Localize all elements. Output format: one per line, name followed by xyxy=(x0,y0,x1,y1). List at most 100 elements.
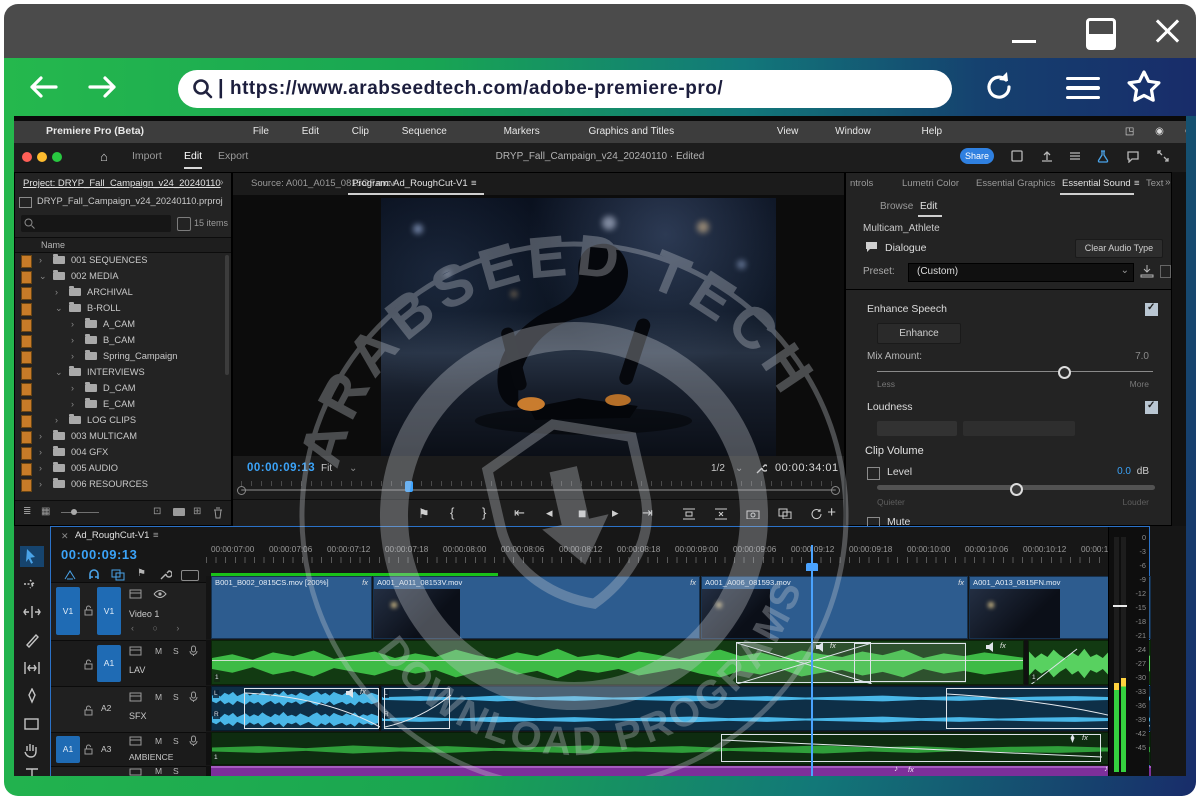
a2-lock-icon[interactable] xyxy=(84,705,93,716)
upload-icon[interactable] xyxy=(1040,149,1056,165)
quick-export-icon[interactable] xyxy=(1010,149,1026,165)
play-stop-icon[interactable]: ■ xyxy=(578,505,586,521)
a3-solo-button[interactable]: S xyxy=(173,736,179,746)
maximize-icon[interactable] xyxy=(1086,18,1116,50)
v1-source-icon[interactable] xyxy=(129,589,142,599)
audio-clip-music[interactable] xyxy=(211,766,1151,776)
new-item-icon[interactable]: ⊞ xyxy=(193,506,201,517)
a1-solo-button[interactable]: S xyxy=(173,646,179,656)
a4-mute-button[interactable]: M xyxy=(155,766,162,776)
captions-icon[interactable] xyxy=(181,570,199,581)
fade-in-box[interactable] xyxy=(384,688,450,729)
search-input[interactable] xyxy=(21,215,171,232)
minimize-icon[interactable] xyxy=(1012,40,1036,43)
timeline-timecode[interactable]: 00:00:09:13 xyxy=(61,547,137,562)
enhance-speech-checkbox[interactable] xyxy=(1145,303,1158,316)
save-preset-icon[interactable] xyxy=(1140,264,1154,278)
step-back-icon[interactable]: ◂ xyxy=(546,505,553,521)
playhead-handle[interactable] xyxy=(806,563,818,571)
panel-menu-icon[interactable]: ≡ xyxy=(1134,178,1140,189)
sound-browse-tab[interactable]: Browse xyxy=(880,201,913,212)
bin-row[interactable]: ⌄002 MEDIA xyxy=(15,269,225,284)
bin-row[interactable]: ›004 GFX xyxy=(15,445,225,460)
extract-icon[interactable] xyxy=(714,508,728,520)
level-value[interactable]: 0.0 xyxy=(1117,466,1131,477)
level-handle[interactable] xyxy=(1010,483,1023,496)
bin-row[interactable]: ›E_CAM xyxy=(15,397,225,412)
tab-text[interactable]: Text xyxy=(1146,178,1163,189)
linked-selection-icon[interactable] xyxy=(111,569,125,581)
scrub-right-handle[interactable] xyxy=(831,486,840,495)
crossfade-box[interactable] xyxy=(854,643,966,682)
status-icons[interactable]: ◳ ◉ ⊘ ☁ ◔ ⊙ ◍ ● ◎ ᛒ ▮ ◠ ○ ≡ xyxy=(1125,126,1186,137)
scrub-left-handle[interactable] xyxy=(237,486,246,495)
v1-eye-icon[interactable] xyxy=(153,589,167,599)
preset-dropdown[interactable]: (Custom) ⌄ xyxy=(908,263,1134,282)
a3-lock-icon[interactable] xyxy=(84,744,93,755)
resolution-dropdown[interactable]: 1/2 xyxy=(711,463,725,474)
sound-edit-tab[interactable]: Edit xyxy=(920,201,937,212)
snap-magnet-icon[interactable] xyxy=(87,569,101,581)
bookmark-star-icon[interactable] xyxy=(1124,68,1164,106)
timeline-marker-icon[interactable]: ⚑ xyxy=(137,568,146,579)
timeline-playhead[interactable] xyxy=(811,545,813,776)
menu-file[interactable]: File xyxy=(253,126,269,137)
menu-clip[interactable]: Clip xyxy=(352,126,369,137)
a2-mute-button[interactable]: M xyxy=(155,692,162,702)
bin-row[interactable]: ›001 SEQUENCES xyxy=(15,253,225,268)
timeline-tab[interactable]: Ad_RoughCut-V1 xyxy=(75,530,149,541)
project-tab[interactable]: Project: DRYP_Fall_Campaign_v24_20240110 xyxy=(23,178,221,189)
selection-tool[interactable] xyxy=(20,546,44,567)
goto-out-icon[interactable]: ⇥ xyxy=(642,505,653,521)
panel-overflow-icon[interactable]: » xyxy=(218,177,224,188)
type-tool[interactable] xyxy=(23,766,41,776)
reload-icon[interactable] xyxy=(982,70,1016,104)
lift-icon[interactable] xyxy=(682,508,696,520)
a3-source-icon[interactable] xyxy=(129,736,142,746)
mix-amount-slider[interactable] xyxy=(877,371,1153,372)
add-marker-icon[interactable]: ⚑ xyxy=(418,506,430,522)
video-clip[interactable]: B001_B002_0815CS.mov [200%]fx xyxy=(211,576,372,639)
preset-extra-icon[interactable] xyxy=(1160,265,1171,278)
v1-source-patch[interactable]: V1 xyxy=(56,587,80,635)
program-video-frame[interactable] xyxy=(381,198,776,456)
new-bin-icon[interactable] xyxy=(173,508,185,516)
a4-solo-button[interactable]: S xyxy=(173,766,179,776)
a3-source-patch[interactable]: A1 xyxy=(56,736,80,763)
project-file-name[interactable]: DRYP_Fall_Campaign_v24_20240110.prproj xyxy=(37,196,223,206)
mix-amount-handle[interactable] xyxy=(1058,366,1071,379)
tab-essential-sound[interactable]: Essential Sound xyxy=(1062,178,1131,189)
url-text[interactable]: https://www.arabseedtech.com/adobe-premi… xyxy=(230,78,723,100)
tab-lumetri-color[interactable]: Lumetri Color xyxy=(902,178,959,189)
mix-amount-value[interactable]: 7.0 xyxy=(1135,351,1149,362)
workspaces-icon[interactable] xyxy=(1068,149,1084,165)
v1-keyframe-nav[interactable]: ‹ ○ › xyxy=(131,623,187,633)
a2-target[interactable]: A2 xyxy=(101,703,111,713)
timeline-ruler[interactable]: 00:00:07:00 00:00:07:06 00:00:07:12 00:0… xyxy=(206,545,1109,575)
export-frame-icon[interactable] xyxy=(746,508,760,519)
volume-ramp-box[interactable] xyxy=(721,734,1101,762)
bin-row[interactable]: ›B_CAM xyxy=(15,333,225,348)
icon-view-icon[interactable]: ▦ xyxy=(41,506,50,517)
menu-graphics[interactable]: Graphics and Titles xyxy=(589,126,675,137)
panel-overflow-icon[interactable]: » xyxy=(1165,177,1171,188)
sync-settings-icon[interactable] xyxy=(810,508,823,520)
timeline-settings-icon[interactable] xyxy=(159,569,172,581)
chat-icon[interactable] xyxy=(1126,149,1142,165)
a1-source-icon[interactable] xyxy=(129,646,142,656)
crossfade-box[interactable] xyxy=(736,642,871,683)
bin-row[interactable]: ›A_CAM xyxy=(15,317,225,332)
beaker-icon[interactable] xyxy=(1096,149,1112,165)
menu-view[interactable]: View xyxy=(777,126,799,137)
close-icon[interactable] xyxy=(1152,16,1182,46)
menu-icon[interactable] xyxy=(1066,74,1100,100)
automate-icon[interactable]: ⊡ xyxy=(153,506,161,517)
program-monitor-tab[interactable]: Program: Ad_RoughCut-V1 xyxy=(352,178,468,189)
trash-icon[interactable] xyxy=(213,507,223,519)
hand-tool[interactable] xyxy=(23,742,41,760)
track-select-tool[interactable] xyxy=(23,576,41,594)
program-timecode[interactable]: 00:00:09:13 xyxy=(247,462,315,474)
loudness-checkbox[interactable] xyxy=(1145,401,1158,414)
settings-wrench-icon[interactable] xyxy=(755,463,767,475)
a3-target[interactable]: A3 xyxy=(101,744,111,754)
